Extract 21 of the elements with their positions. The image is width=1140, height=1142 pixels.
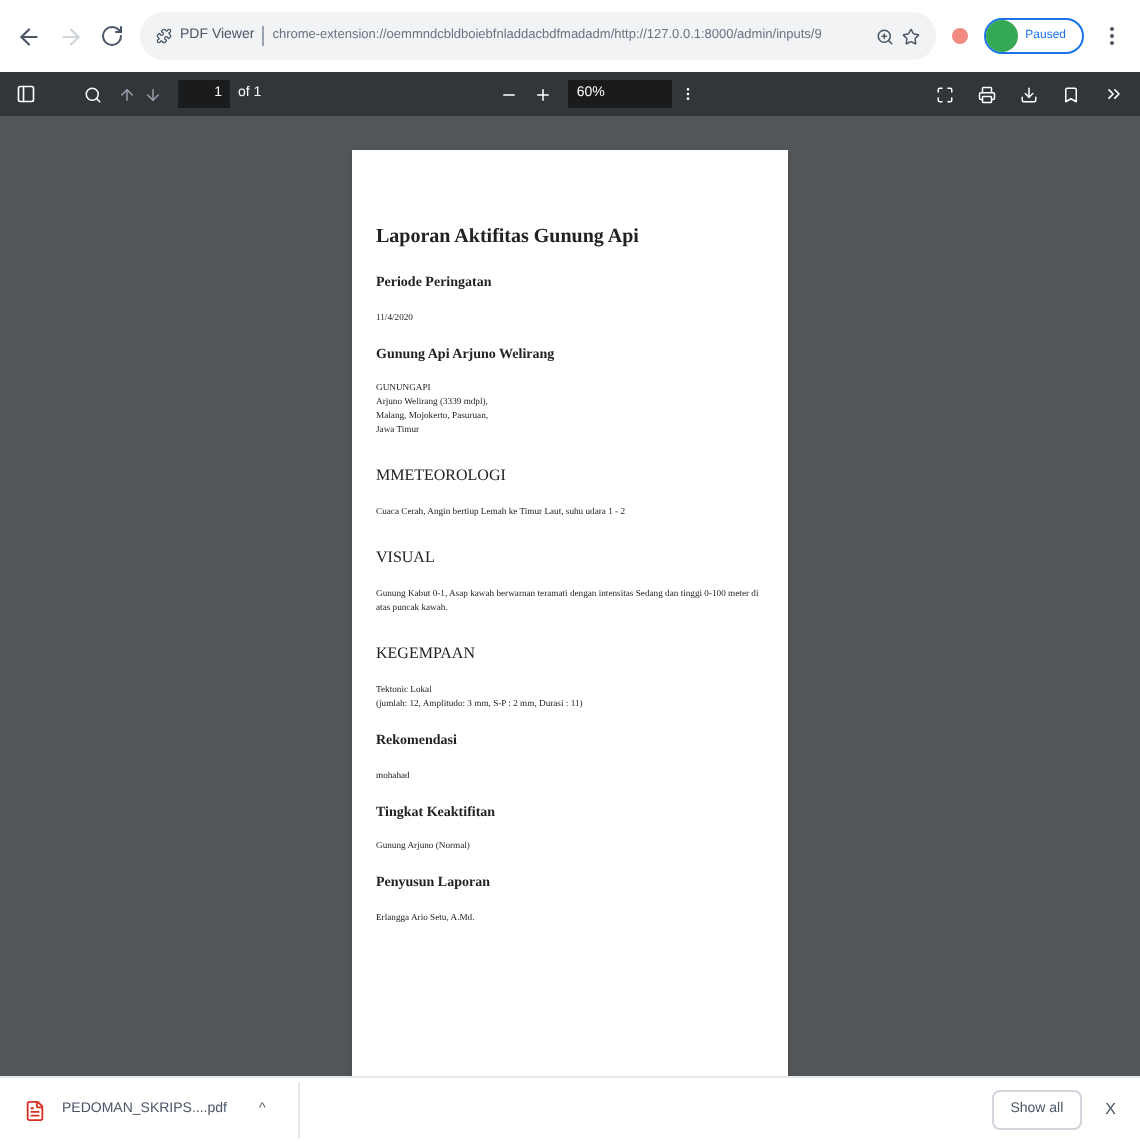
pdf-file-icon	[24, 1099, 46, 1121]
zoom-in-icon[interactable]	[534, 85, 553, 103]
document-title: Laporan Aktifitas Gunung Api	[376, 224, 639, 252]
section-heading: MMETEOROLOGI	[376, 464, 506, 488]
search-icon[interactable]	[84, 85, 102, 103]
bookmark-icon[interactable]	[1062, 85, 1080, 103]
more-icon[interactable]	[1104, 84, 1124, 104]
zoom-icon[interactable]	[875, 27, 894, 45]
avatar-icon	[985, 20, 1018, 52]
section-heading: KEGEMPAAN	[376, 642, 475, 666]
sidebar-icon[interactable]	[16, 84, 36, 104]
print-icon[interactable]	[978, 85, 996, 103]
fit-icon[interactable]	[936, 85, 954, 103]
section-heading: VISUAL	[376, 546, 435, 570]
down-icon[interactable]	[144, 85, 162, 103]
back-icon[interactable]	[16, 23, 42, 49]
star-icon[interactable]	[901, 27, 920, 45]
close-button[interactable]: X	[1105, 1098, 1116, 1122]
up-icon[interactable]	[118, 85, 136, 103]
download-icon[interactable]	[1020, 85, 1038, 103]
reload-icon[interactable]	[100, 24, 124, 48]
